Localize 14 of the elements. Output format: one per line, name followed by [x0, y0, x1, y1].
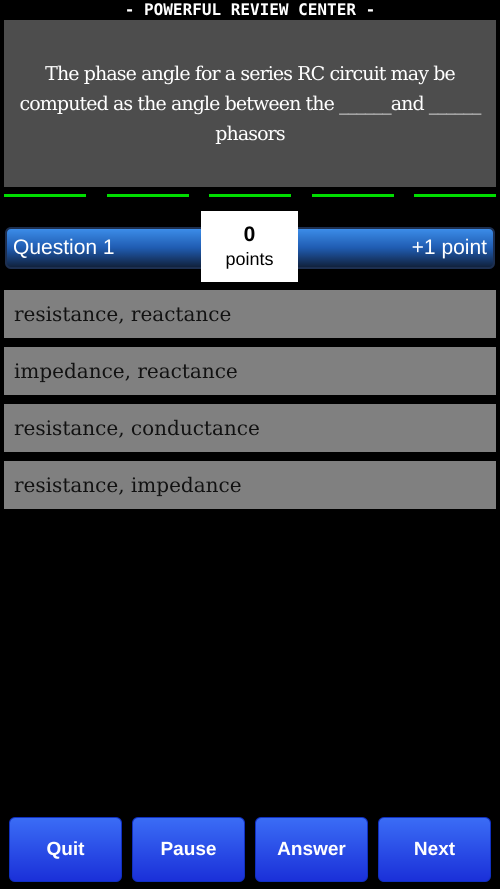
score-value: 0: [244, 222, 256, 246]
answer-option[interactable]: resistance, reactance: [4, 290, 496, 338]
action-button[interactable]: Quit: [9, 817, 122, 882]
question-text: The phase angle for a series RC circuit may be computed as the angle between the ______and ______ phasors: [18, 62, 482, 146]
action-button[interactable]: Answer: [255, 817, 368, 882]
answer-option[interactable]: resistance, impedance: [4, 461, 496, 509]
score-unit: points: [225, 248, 274, 270]
point-value: +1 point: [412, 236, 487, 260]
question-number: Question 1: [13, 236, 115, 260]
answer-option[interactable]: resistance, conductance: [4, 404, 496, 452]
app-title: - POWERFUL REVIEW CENTER -: [124, 0, 376, 20]
answer-option[interactable]: impedance, reactance: [4, 347, 496, 395]
action-button[interactable]: Next: [378, 817, 491, 882]
action-button[interactable]: Pause: [132, 817, 245, 882]
